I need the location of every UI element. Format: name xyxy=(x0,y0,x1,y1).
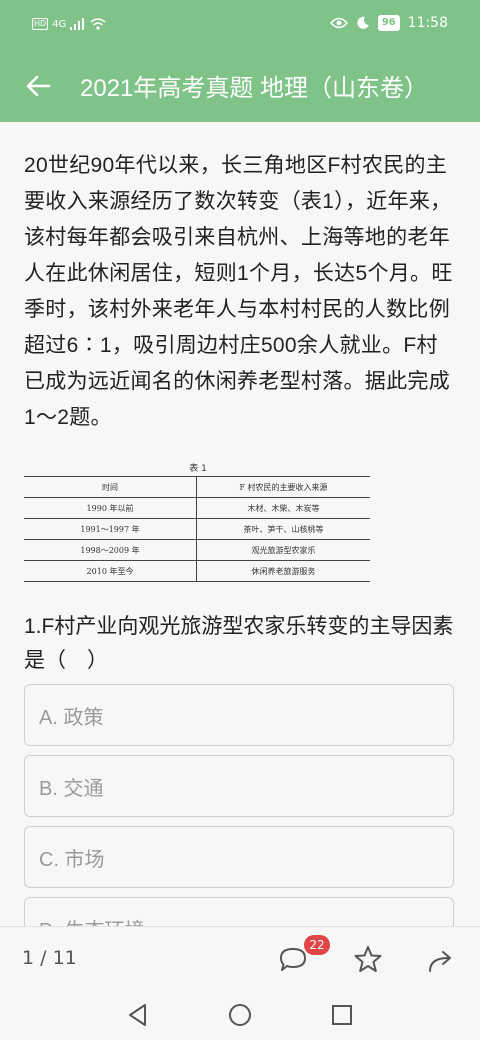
table-header-cell: 时间 xyxy=(24,476,197,498)
nav-recents-icon[interactable] xyxy=(329,1002,355,1028)
table-header-row: 时间 F 村农民的主要收入来源 xyxy=(24,476,370,498)
option-a[interactable]: A. 政策 xyxy=(24,684,454,746)
option-c[interactable]: C. 市场 xyxy=(24,826,454,888)
wifi-icon xyxy=(90,18,106,30)
table-cell: 观光旅游型农家乐 xyxy=(196,539,370,561)
passage-text: 20世纪90年代以来，长三角地区F村农民的主要收入来源经历了数次转变（表1），近… xyxy=(24,154,453,429)
question-content[interactable]: 20世纪90年代以来，长三角地区F村农民的主要收入来源经历了数次转变（表1），近… xyxy=(0,122,480,926)
clock: 11:58 xyxy=(407,15,448,31)
table-cell: 茶叶、笋干、山核桃等 xyxy=(196,518,370,540)
back-arrow-icon[interactable] xyxy=(24,72,52,100)
table-header-cell: F 村农民的主要收入来源 xyxy=(196,476,370,498)
table-cell: 1998～2009 年 xyxy=(24,539,197,561)
comment-count-badge: 22 xyxy=(304,935,330,955)
table-cell: 木材、木柴、木炭等 xyxy=(196,497,370,519)
table-cell: 1991～1997 年 xyxy=(24,518,197,540)
option-label: B. 交通 xyxy=(39,778,104,800)
option-label: D. 生态环境 xyxy=(39,914,145,926)
signal-icon xyxy=(70,18,85,30)
nav-home-icon[interactable] xyxy=(227,1002,253,1028)
table-image: 表 1 时间 F 村农民的主要收入来源 1990 年以前 木材、木柴、木炭等 1… xyxy=(24,462,372,582)
page-title: 2021年高考真题 地理（山东卷） xyxy=(80,75,429,102)
table-row: 1991～1997 年 茶叶、笋干、山核桃等 xyxy=(24,518,370,540)
option-label: C. 市场 xyxy=(39,849,105,871)
option-b[interactable]: B. 交通 xyxy=(24,755,454,817)
nav-back-icon[interactable] xyxy=(125,1002,151,1028)
table-row: 1998～2009 年 观光旅游型农家乐 xyxy=(24,539,370,561)
option-label: A. 政策 xyxy=(39,707,104,729)
moon-icon xyxy=(357,16,369,29)
eye-icon xyxy=(329,17,348,29)
star-icon[interactable] xyxy=(351,943,385,977)
battery-icon: 96 xyxy=(377,15,400,31)
table-row: 2010 年至今 休闲养老旅游服务 xyxy=(24,560,370,582)
status-bar: HD 4G 96 11:58 xyxy=(0,0,480,54)
table-cell: 1990 年以前 xyxy=(24,497,197,519)
bottom-bar: 1 / 11 22 xyxy=(0,926,480,991)
table-cell: 2010 年至今 xyxy=(24,560,197,582)
income-table: 时间 F 村农民的主要收入来源 1990 年以前 木材、木柴、木炭等 1991～… xyxy=(24,476,370,582)
page-indicator: 1 / 11 xyxy=(22,947,77,969)
share-icon[interactable] xyxy=(424,943,458,977)
table-row: 1990 年以前 木材、木柴、木炭等 xyxy=(24,497,370,519)
option-d[interactable]: D. 生态环境 xyxy=(24,897,454,926)
question-text: 1.F村产业向观光旅游型农家乐转变的主导因素是（ ） xyxy=(24,615,454,672)
table-caption: 表 1 xyxy=(189,464,207,474)
hd-indicator: HD xyxy=(32,18,49,30)
app-bar: 2021年高考真题 地理（山东卷） xyxy=(0,54,480,122)
table-cell: 休闲养老旅游服务 xyxy=(196,560,370,582)
system-nav-bar xyxy=(0,990,480,1040)
network-indicator: 4G xyxy=(52,18,67,30)
